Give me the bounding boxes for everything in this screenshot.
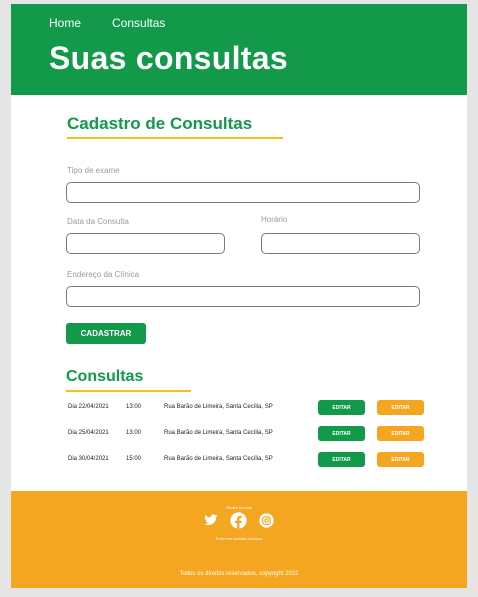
page-title: Suas consultas (49, 40, 288, 76)
row-date: Dia 30/04/2021 (68, 456, 109, 462)
cadastrar-button[interactable]: CADASTRAR (66, 323, 146, 344)
consultas-list-title: Consultas (66, 368, 144, 385)
edit-button[interactable]: EDITAR (318, 400, 365, 415)
edit-button-secondary[interactable]: EDITAR (377, 452, 424, 467)
nav-consultas-link[interactable]: Consultas (112, 16, 165, 30)
footer: Redes Sociais Entre em contato conosco T… (11, 491, 467, 588)
row-time: 15:00 (126, 456, 142, 462)
copyright-text: Todos os direitos reservados, copyright … (179, 571, 299, 577)
horario-input[interactable] (261, 233, 420, 254)
horario-label: Horário (261, 215, 288, 224)
row-address: Rua Barão de Limeira, Santa Cecília, SP (164, 404, 273, 410)
row-address: Rua Barão de Limeira, Santa Cecília, SP (164, 456, 273, 462)
table-row: Dia 30/04/2021 15:00 Rua Barão de Limeir… (11, 452, 467, 468)
form-title: Cadastro de Consultas (67, 114, 253, 133)
page: Home Consultas Suas consultas Cadastro d… (11, 4, 467, 588)
header: Home Consultas Suas consultas (11, 4, 467, 95)
data-consulta-label: Data da Consulta (67, 217, 129, 226)
social-label: Redes Sociais (226, 505, 252, 510)
row-time: 13:00 (126, 430, 142, 436)
data-consulta-input[interactable] (66, 233, 225, 254)
row-time: 13:00 (126, 404, 142, 410)
edit-button[interactable]: EDITAR (318, 452, 365, 467)
edit-button-secondary[interactable]: EDITAR (377, 400, 424, 415)
facebook-icon[interactable] (230, 512, 247, 529)
consultas-title-underline (66, 390, 191, 392)
table-row: Dia 22/04/2021 13:00 Rua Barão de Limeir… (11, 400, 467, 416)
instagram-icon[interactable] (259, 513, 274, 528)
row-address: Rua Barão de Limeira, Santa Cecília, SP (164, 430, 273, 436)
tipo-exame-input[interactable] (66, 182, 420, 203)
nav-home-link[interactable]: Home (49, 16, 81, 30)
tipo-exame-label: Tipo de exame (67, 166, 120, 175)
edit-button-secondary[interactable]: EDITAR (377, 426, 424, 441)
edit-button[interactable]: EDITAR (318, 426, 365, 441)
table-row: Dia 25/04/2021 13:00 Rua Barão de Limeir… (11, 426, 467, 442)
endereco-clinica-label: Endereço da Clínica (67, 270, 140, 279)
row-date: Dia 22/04/2021 (68, 404, 109, 410)
contact-text: Entre em contato conosco (215, 536, 263, 541)
twitter-icon[interactable] (204, 513, 218, 527)
form-title-underline (67, 137, 283, 139)
endereco-clinica-input[interactable] (66, 286, 420, 307)
row-date: Dia 25/04/2021 (68, 430, 109, 436)
